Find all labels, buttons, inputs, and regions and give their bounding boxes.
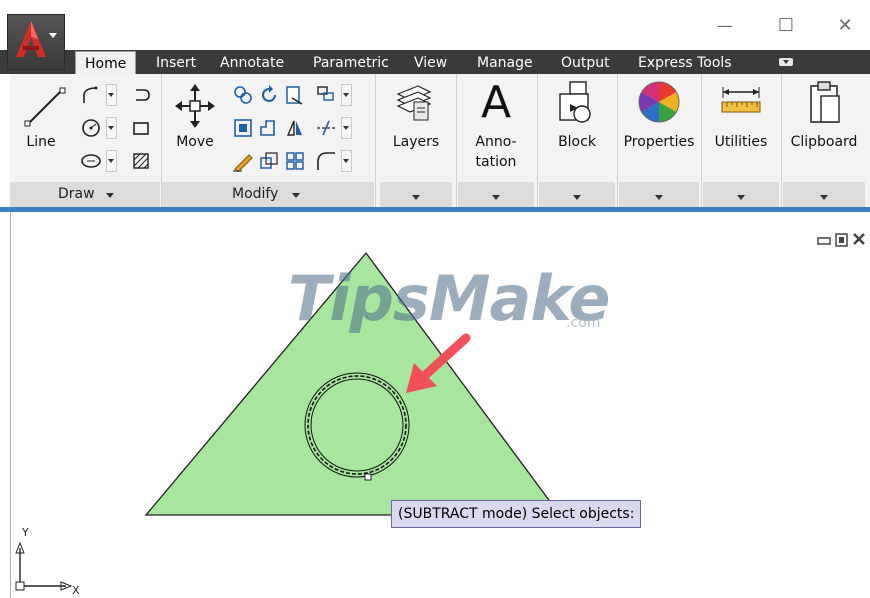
chevron-down-icon: [737, 195, 745, 200]
utilities-button[interactable]: Utilities: [703, 74, 779, 207]
layers-label: Layers: [392, 134, 440, 150]
fillet-dropdown-icon[interactable]: [341, 150, 352, 172]
scale-tool-icon[interactable]: [258, 150, 280, 172]
polyline-dropdown-icon[interactable]: [106, 84, 117, 106]
clipboard-label: Clipboard: [790, 134, 858, 150]
clipboard-paste-icon: [810, 81, 840, 123]
rectangle-tool-icon[interactable]: [130, 117, 152, 139]
ribbon-tab-bar: Home Insert Annotate Parametric View Man…: [0, 50, 870, 75]
ribbon-minimize-icon[interactable]: [778, 56, 794, 68]
watermark-text: TipsMake: [288, 262, 610, 335]
properties-label: Properties: [623, 134, 695, 150]
block-button[interactable]: Block: [539, 74, 615, 207]
move-label: Move: [176, 134, 214, 150]
close-button[interactable]: ✕: [830, 12, 860, 40]
hatch-tool-icon[interactable]: [130, 150, 152, 172]
tab-manage[interactable]: Manage: [477, 50, 533, 74]
extend-dropdown-icon[interactable]: [341, 117, 352, 139]
properties-color-wheel-icon: [638, 81, 680, 123]
line-label: Line: [26, 134, 56, 150]
copy-tool-icon[interactable]: [232, 84, 254, 106]
panel-separator: [701, 74, 702, 207]
chevron-down-icon: [412, 195, 420, 200]
maximize-icon: ☐: [777, 15, 795, 36]
trim-tool-icon[interactable]: [284, 84, 306, 106]
tab-output[interactable]: Output: [561, 50, 610, 74]
close-icon: ✕: [837, 15, 853, 36]
chevron-down-icon: [655, 195, 663, 200]
rotate-tool-icon[interactable]: [258, 84, 280, 106]
maximize-button[interactable]: ☐: [771, 12, 801, 40]
circle-tool-icon[interactable]: [80, 117, 102, 139]
layers-icon: [396, 85, 432, 121]
autocad-a-logo-icon: [16, 21, 46, 57]
annotation-label-line1: Anno-: [475, 134, 517, 150]
utilities-measure-icon: [721, 87, 761, 113]
tab-express-tools[interactable]: Express Tools: [638, 50, 732, 74]
ellipse-tool-icon[interactable]: [80, 150, 102, 172]
polyline-arc-icon[interactable]: [130, 84, 152, 106]
tab-view[interactable]: View: [414, 50, 447, 74]
annotation-label-line2: tation: [475, 154, 517, 170]
ucs-icon: [15, 541, 73, 591]
title-bar: — ☐ ✕: [0, 0, 870, 50]
chevron-down-icon: [492, 195, 500, 200]
draw-panel-title: Draw: [58, 186, 95, 202]
move-button[interactable]: Move: [170, 82, 220, 172]
tab-insert[interactable]: Insert: [156, 50, 196, 74]
move-arrows-icon: [175, 84, 215, 128]
stretch-tool-icon[interactable]: [258, 117, 280, 139]
annotation-text-icon: A: [480, 77, 512, 128]
fillet-tool-icon[interactable]: [315, 150, 337, 172]
explode-tool-icon[interactable]: [232, 117, 254, 139]
utilities-label: Utilities: [714, 134, 768, 150]
tab-annotate[interactable]: Annotate: [220, 50, 284, 74]
ellipse-dropdown-icon[interactable]: [106, 150, 117, 172]
polyline-icon[interactable]: [80, 84, 102, 106]
minimize-icon: —: [717, 16, 733, 35]
array-dropdown-icon[interactable]: [341, 84, 352, 106]
chevron-down-icon: [292, 193, 300, 198]
circle-dropdown-icon[interactable]: [106, 117, 117, 139]
array-tool-icon[interactable]: [315, 84, 337, 106]
panel-separator: [375, 74, 376, 207]
modify-panel-title: Modify: [232, 186, 279, 202]
chevron-down-icon: [49, 33, 57, 38]
minimize-button[interactable]: —: [710, 12, 740, 40]
extend-tool-icon[interactable]: [315, 117, 337, 139]
line-tool-icon: [24, 87, 66, 127]
annotation-button[interactable]: A Anno- tation: [458, 74, 534, 207]
block-insert-icon: [559, 81, 591, 123]
block-label: Block: [558, 134, 596, 150]
panel-separator: [456, 74, 457, 207]
line-button[interactable]: Line: [18, 82, 68, 172]
ucs-x-label: X: [72, 584, 80, 597]
panel-separator: [537, 74, 538, 207]
application-menu-button[interactable]: [7, 14, 65, 70]
ribbon: Draw Line Modify Move Layers A Anno- tat…: [10, 74, 870, 207]
chevron-down-icon: [820, 195, 828, 200]
panel-separator: [617, 74, 618, 207]
chevron-down-icon: [106, 193, 114, 198]
ucs-y-label: Y: [22, 526, 29, 539]
watermark-suffix: .com: [566, 315, 601, 331]
rectangular-array-icon[interactable]: [284, 150, 306, 172]
command-tooltip: (SUBTRACT mode) Select objects:: [391, 500, 642, 528]
panel-separator: [781, 74, 782, 207]
layers-button[interactable]: Layers: [380, 74, 452, 207]
chevron-down-icon: [573, 195, 581, 200]
mirror-tool-icon[interactable]: [284, 117, 306, 139]
properties-button[interactable]: Properties: [619, 74, 699, 207]
tab-home[interactable]: Home: [75, 51, 137, 75]
tab-parametric[interactable]: Parametric: [313, 50, 389, 74]
erase-pencil-icon[interactable]: [232, 150, 254, 172]
grip-point[interactable]: [364, 473, 372, 481]
clipboard-button[interactable]: Clipboard: [783, 74, 865, 207]
